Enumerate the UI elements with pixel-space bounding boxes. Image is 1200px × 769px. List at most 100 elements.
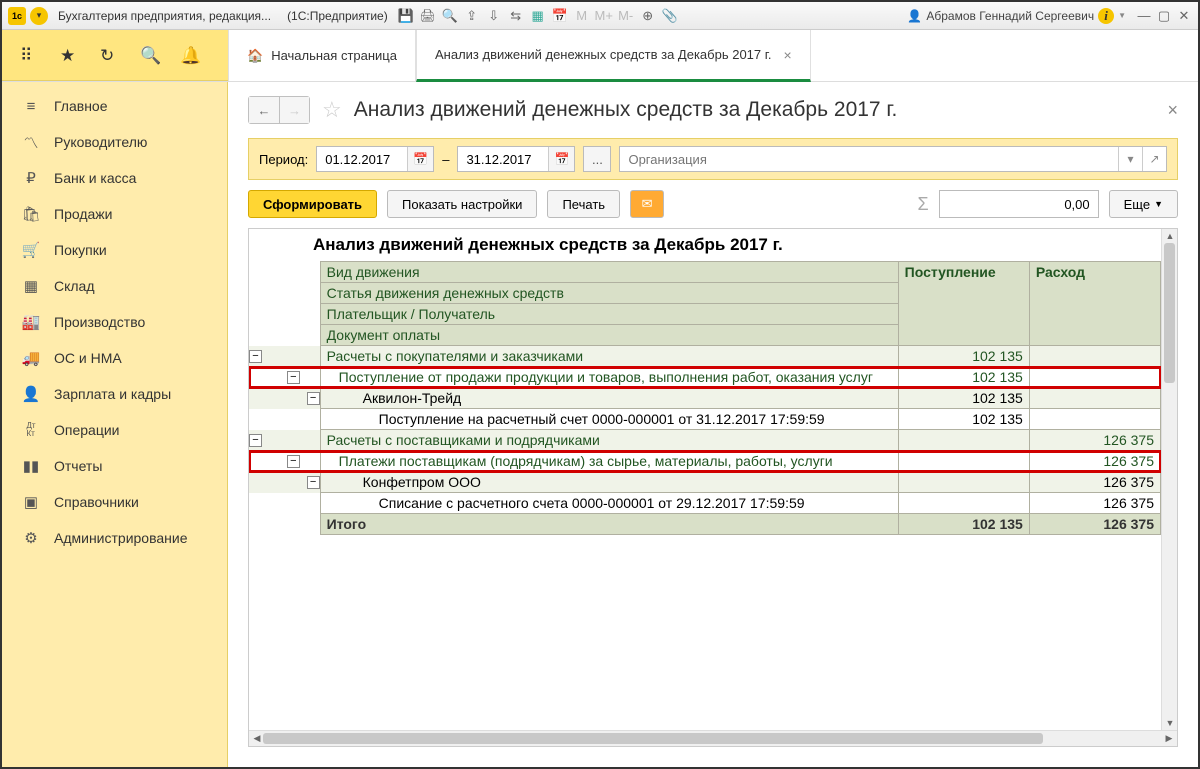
more-button[interactable]: Еще▼ xyxy=(1109,190,1178,218)
org-dropdown-icon[interactable]: ▾ xyxy=(1118,147,1142,171)
scroll-thumb[interactable] xyxy=(1164,243,1175,383)
export-icon[interactable]: ⇪ xyxy=(464,8,480,24)
calc-icon[interactable]: ▦ xyxy=(530,8,546,24)
settings-label: Показать настройки xyxy=(402,197,522,212)
settings-button[interactable]: Показать настройки xyxy=(387,190,537,218)
tree-toggle[interactable]: − xyxy=(287,455,300,468)
compare-icon[interactable]: ⇆ xyxy=(508,8,524,24)
calendar-icon[interactable]: 📅 xyxy=(552,8,568,24)
tab-report[interactable]: Анализ движений денежных средств за Дека… xyxy=(416,30,811,82)
calendar-from-icon[interactable]: 📅 xyxy=(407,147,433,171)
factory-icon: 🏭 xyxy=(22,313,40,331)
row-desc: Списание с расчетного счета 0000-000001 … xyxy=(320,493,898,514)
tree-toggle[interactable]: − xyxy=(307,392,320,405)
page-close-icon[interactable]: × xyxy=(1167,100,1178,121)
truck-icon: 🚚 xyxy=(22,349,40,367)
import-icon[interactable]: ⇩ xyxy=(486,8,502,24)
favorite-toggle[interactable]: ☆ xyxy=(322,97,342,123)
sidebar-item-sales[interactable]: 🛍Продажи xyxy=(2,196,227,232)
sidebar-item-os[interactable]: 🚚ОС и НМА xyxy=(2,340,227,376)
m-icon[interactable]: M xyxy=(574,8,590,24)
ruble-icon: ₽ xyxy=(22,169,40,187)
user-display[interactable]: 👤 Абрамов Геннадий Сергеевич i ▼ xyxy=(907,8,1126,24)
sidebar-label: Склад xyxy=(54,278,95,294)
mail-button[interactable]: ✉ xyxy=(630,190,664,218)
tree-toggle[interactable]: − xyxy=(287,371,300,384)
history-icon[interactable]: ↻ xyxy=(100,46,118,64)
row-in: 102 135 xyxy=(898,367,1029,388)
tree-toggle[interactable]: − xyxy=(249,350,262,363)
date-to-input[interactable] xyxy=(458,147,548,171)
row-out xyxy=(1029,346,1160,367)
m-plus-icon[interactable]: M+ xyxy=(596,8,612,24)
save-icon[interactable]: 💾 xyxy=(398,8,414,24)
scroll-down-icon[interactable]: ▼ xyxy=(1162,716,1178,730)
nav-history-buttons: ← → xyxy=(248,96,310,124)
sidebar-item-manager[interactable]: 〽Руководителю xyxy=(2,124,227,160)
scrollbar-horizontal[interactable]: ◀ ▶ xyxy=(249,730,1177,746)
app-logo-icon: 1c xyxy=(8,7,26,25)
person-icon: 👤 xyxy=(22,385,40,403)
zoom-icon[interactable]: ⊕ xyxy=(640,8,656,24)
scroll-thumb-h[interactable] xyxy=(263,733,1043,744)
tree-toggle[interactable]: − xyxy=(249,434,262,447)
sidebar-item-admin[interactable]: ⚙Администрирование xyxy=(2,520,227,556)
sidebar: ≡Главное 〽Руководителю ₽ Банк и касса 🛍Пр… xyxy=(2,82,228,767)
sidebar-item-reports[interactable]: ▮▮Отчеты xyxy=(2,448,227,484)
sidebar-item-main[interactable]: ≡Главное xyxy=(2,88,227,124)
sidebar-item-bank[interactable]: ₽ Банк и касса xyxy=(2,160,227,196)
print-button[interactable]: Печать xyxy=(547,190,620,218)
tab-close-icon[interactable]: × xyxy=(784,47,792,63)
app-title: Бухгалтерия предприятия, редакция... xyxy=(58,9,271,23)
total-out: 126 375 xyxy=(1029,514,1160,535)
app-menu-dropdown[interactable]: ▾ xyxy=(30,7,48,25)
scrollbar-vertical[interactable]: ▲ ▼ xyxy=(1161,229,1177,730)
forward-button[interactable]: → xyxy=(279,97,309,123)
amount-input[interactable] xyxy=(939,190,1099,218)
m-minus-icon[interactable]: M- xyxy=(618,8,634,24)
sidebar-item-refs[interactable]: ▣Справочники xyxy=(2,484,227,520)
gear-icon: ⚙ xyxy=(22,529,40,547)
row-in xyxy=(898,472,1029,493)
chart-icon: 〽 xyxy=(22,133,40,151)
date-from-input[interactable] xyxy=(317,147,407,171)
hdr-income: Поступление xyxy=(898,262,1029,346)
minimize-icon[interactable]: — xyxy=(1136,8,1152,24)
scroll-right-icon[interactable]: ▶ xyxy=(1161,731,1177,745)
sidebar-item-production[interactable]: 🏭Производство xyxy=(2,304,227,340)
apps-icon[interactable]: ⠿ xyxy=(20,46,38,64)
favorite-icon[interactable]: ★ xyxy=(60,46,78,64)
row-desc: Аквилон-Трейд xyxy=(320,388,898,409)
calendar-to-icon[interactable]: 📅 xyxy=(548,147,574,171)
tree-toggle[interactable]: − xyxy=(307,476,320,489)
sidebar-item-operations[interactable]: ДтКтОперации xyxy=(2,412,227,448)
preview-icon[interactable]: 🔍 xyxy=(442,8,458,24)
search-icon[interactable]: 🔍 xyxy=(140,46,158,64)
report-title: Анализ движений денежных средств за Дека… xyxy=(249,229,1161,261)
row-out: 126 375 xyxy=(1029,493,1160,514)
hdr-expense: Расход xyxy=(1029,262,1160,346)
tab-home[interactable]: 🏠 Начальная страница xyxy=(228,30,416,81)
notifications-icon[interactable]: 🔔 xyxy=(180,46,198,64)
print-icon[interactable]: 🖨 xyxy=(420,8,436,24)
scroll-up-icon[interactable]: ▲ xyxy=(1162,229,1178,243)
sidebar-item-salary[interactable]: 👤Зарплата и кадры xyxy=(2,376,227,412)
menu-icon: ≡ xyxy=(22,97,40,115)
org-input[interactable] xyxy=(620,147,1118,171)
close-icon[interactable]: ✕ xyxy=(1176,8,1192,24)
sidebar-label: Операции xyxy=(54,422,120,438)
sidebar-item-purchases[interactable]: 🛒Покупки xyxy=(2,232,227,268)
sidebar-item-warehouse[interactable]: ▦Склад xyxy=(2,268,227,304)
sidebar-label: Банк и касса xyxy=(54,170,136,186)
org-open-icon[interactable]: ↗ xyxy=(1142,147,1166,171)
navbar: ⠿ ★ ↻ 🔍 🔔 🏠 Начальная страница Анализ дв… xyxy=(2,30,1198,82)
generate-button[interactable]: Сформировать xyxy=(248,190,377,218)
row-out: 126 375 xyxy=(1029,430,1160,451)
info-icon[interactable]: i xyxy=(1098,8,1114,24)
cart-icon: 🛒 xyxy=(22,241,40,259)
sidebar-label: Отчеты xyxy=(54,458,102,474)
period-picker-button[interactable]: ... xyxy=(583,146,611,172)
attach-icon[interactable]: 📎 xyxy=(662,8,678,24)
back-button[interactable]: ← xyxy=(249,97,279,123)
maximize-icon[interactable]: ▢ xyxy=(1156,8,1172,24)
